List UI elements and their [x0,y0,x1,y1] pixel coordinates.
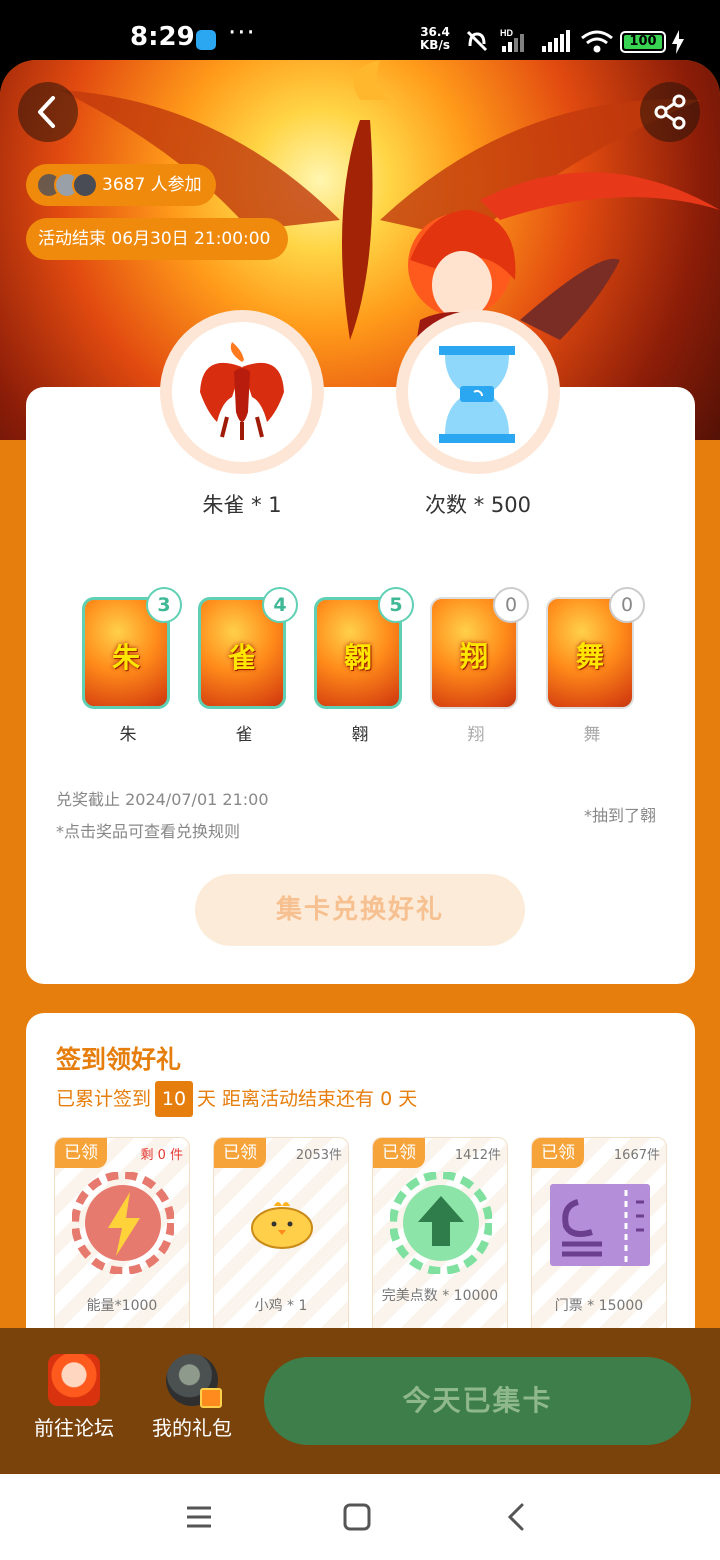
hero-banner: 3687 人参加 活动结束 06月30日 21:00:00 [0,60,720,440]
gift-remaining: 1412件 [454,1148,501,1163]
forum-link[interactable]: 前往论坛 [24,1354,124,1441]
gift-remaining: 1667件 [613,1148,660,1163]
share-icon [654,94,686,130]
signin-suffix: 天 距离活动结束还有 0 天 [197,1088,418,1110]
card-glyph: 翱 [343,641,372,674]
drawn-card-note: *抽到了翱 [584,806,657,825]
card-name: 雀 [235,725,253,745]
card-name: 朱 [119,725,137,745]
gift-energy[interactable]: 已领 剩 0 件 能量*1000 [54,1137,190,1337]
claimed-tag: 已领 [532,1138,584,1168]
card-glyph: 舞 [575,640,604,673]
my-gifts-link[interactable]: 我的礼包 [142,1354,242,1441]
gift-bag-avatar-icon [166,1354,222,1408]
card-glyph: 雀 [227,641,256,674]
phoenix-icon [200,342,284,440]
card-glyph: 翔 [459,640,488,673]
system-navigation-bar [0,1474,720,1560]
arrow-up-chip-icon [390,1172,492,1274]
card-glyph: 朱 [111,641,140,674]
participants-pill: 3687 人参加 [26,164,216,206]
battery-icon: 100 [620,31,666,53]
network-speed: 36.4 KB/s [420,26,450,52]
chick-icon [251,1202,313,1249]
signal-icon [542,30,570,52]
exchange-note: *点击奖品可查看兑换规则 [56,822,241,841]
status-time: 8:29 [130,22,195,52]
card-name: 翔 [467,725,485,745]
svg-text:HD: HD [500,28,513,38]
card-name: 翱 [351,725,369,745]
home-icon[interactable] [342,1502,372,1532]
redeem-button[interactable]: 集卡兑换好礼 [195,874,525,946]
gift-remaining: 剩 0 件 [140,1148,183,1163]
gift-box-icon [200,1388,222,1408]
claimed-tag: 已领 [373,1138,425,1168]
signin-title: 签到领好礼 [56,1045,182,1074]
card-count-badge: 5 [378,587,414,623]
avatar [72,172,98,198]
app-notification-icon [196,30,216,50]
card-count-badge: 4 [262,587,298,623]
forum-label: 前往论坛 [34,1416,114,1440]
card-name: 舞 [583,725,601,745]
gift-name: 完美点数 * 10000 [381,1288,499,1304]
claimed-tag: 已领 [55,1138,107,1168]
signin-summary: 已累计签到 10 天 距离活动结束还有 0 天 [56,1081,417,1117]
more-notifications-icon: ··· [228,18,256,48]
signal-hd-icon: HD [500,28,524,52]
gift-name: 能量*1000 [86,1298,158,1314]
reward-draws-label: 次数 * 500 [425,493,531,517]
gift-name: 门票 * 15000 [554,1298,644,1314]
exchange-deadline: 兑奖截止 2024/07/01 21:00 [56,790,269,809]
hourglass-icon [439,346,515,443]
signin-prefix: 已累计签到 [56,1088,152,1110]
gift-name: 小鸡 * 1 [254,1298,308,1314]
network-speed-unit: KB/s [420,38,450,52]
reward-phoenix[interactable] [160,310,324,474]
lightning-chip-icon [72,1172,174,1274]
wifi-icon [581,30,613,53]
mute-icon [466,30,488,52]
gift-chick[interactable]: 已领 2053件 小鸡 * 1 [213,1137,349,1337]
claimed-tag: 已领 [214,1138,266,1168]
reward-draws[interactable] [396,310,560,474]
card-count-badge: 0 [493,587,529,623]
ticket-icon [550,1184,650,1266]
forum-avatar-icon [48,1354,100,1406]
reward-phoenix-label: 朱雀 * 1 [202,493,282,517]
battery-level: 100 [624,35,662,49]
share-button[interactable] [640,82,700,142]
back-icon [38,96,55,128]
signin-days-badge: 10 [155,1081,194,1117]
back-button[interactable] [18,82,78,142]
participant-avatars [36,172,100,198]
back-nav-icon[interactable] [502,1502,532,1532]
collect-card-button[interactable]: 今天已集卡 [264,1357,691,1445]
card-count-badge: 3 [146,587,182,623]
gift-ticket[interactable]: 已领 1667件 门票 * 15000 [531,1137,667,1337]
participants-count: 3687 人参加 [102,175,202,195]
event-end-pill: 活动结束 06月30日 21:00:00 [26,218,288,260]
my-gifts-label: 我的礼包 [152,1416,232,1440]
charging-icon [672,30,684,54]
gift-points[interactable]: 已领 1412件 完美点数 * 10000 [372,1137,508,1337]
recent-apps-icon[interactable] [184,1502,214,1532]
gift-remaining: 2053件 [295,1148,342,1163]
card-count-badge: 0 [609,587,645,623]
